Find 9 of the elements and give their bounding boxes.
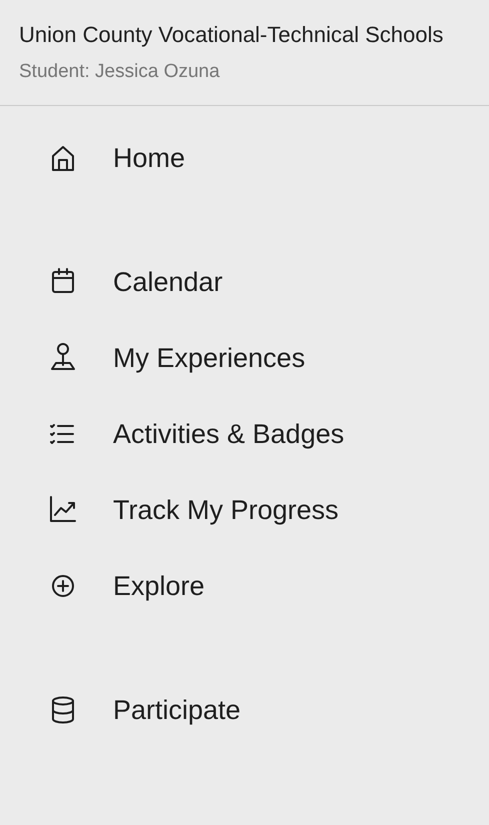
nav-item[interactable]: My Experiences	[0, 320, 489, 396]
nav-item[interactable]: Explore	[0, 548, 489, 624]
nav-item[interactable]: Home	[0, 120, 489, 196]
school-name: Union County Vocational-Technical Schools	[19, 21, 444, 49]
nav-item[interactable]: Track My Progress	[0, 472, 489, 548]
nav-item[interactable]: Participate	[0, 672, 489, 748]
student-name: Student: Jessica Ozuna	[19, 60, 221, 84]
nav-item[interactable]: Activities & Badges	[0, 396, 489, 472]
nav-item[interactable]: Calendar	[0, 244, 489, 320]
